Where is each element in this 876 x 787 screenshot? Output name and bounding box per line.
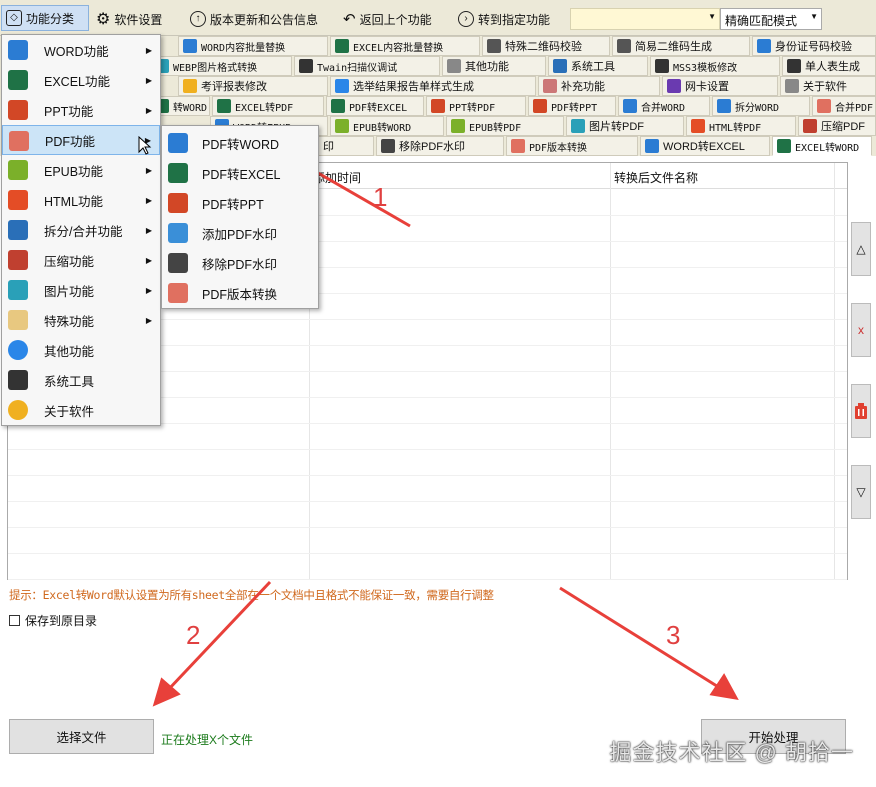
arrow-3: [559, 586, 721, 690]
html5-icon: [8, 190, 28, 210]
menu-item-label: 系统工具: [44, 374, 95, 389]
submenu-item-0[interactable]: PDF转WORD: [162, 128, 318, 158]
pdf-icon: [9, 131, 29, 151]
submenu-item-1[interactable]: PDF转EXCEL: [162, 158, 318, 188]
excel-icon: [8, 70, 28, 90]
chevron-right-icon: ▶: [145, 315, 152, 325]
menu-item-gear[interactable]: 系统工具: [2, 365, 160, 395]
menu-item-cloud[interactable]: 特殊功能 ▶: [2, 305, 160, 335]
cloud-icon: [8, 310, 28, 330]
watermark-add-icon: [168, 223, 188, 243]
menu-item-word[interactable]: WORD功能 ▶: [2, 35, 160, 65]
category-menu: WORD功能 ▶ EXCEL功能 ▶ PPT功能 ▶ PDF功能 ▶ EPUB功能 ▶ HTML功能…: [1, 34, 161, 426]
menu-item-html5[interactable]: HTML功能 ▶: [2, 185, 160, 215]
submenu-item-label: PDF转EXCEL: [202, 167, 281, 182]
annotation-1: 1: [373, 182, 388, 212]
menu-item-image[interactable]: 图片功能 ▶: [2, 275, 160, 305]
submenu-item-label: PDF转WORD: [202, 137, 280, 152]
menu-item-epub[interactable]: EPUB功能 ▶: [2, 155, 160, 185]
arrow-3-head: [709, 673, 739, 700]
ppt-icon: [8, 100, 28, 120]
arrow-2: [166, 580, 272, 692]
chevron-right-icon: ▶: [145, 75, 152, 85]
menu-item-label: EXCEL功能: [44, 74, 110, 89]
layers-icon: [8, 250, 28, 270]
menu-item-excel[interactable]: EXCEL功能 ▶: [2, 65, 160, 95]
chevron-right-icon: ▶: [145, 105, 152, 115]
pdf-version-icon: [168, 283, 188, 303]
submenu-item-label: 移除PDF水印: [202, 257, 278, 272]
chevron-right-icon: ▶: [145, 45, 152, 55]
scissors-icon: [8, 220, 28, 240]
menu-item-label: 关于软件: [44, 404, 95, 419]
menu-item-label: WORD功能: [44, 44, 109, 59]
menu-item-label: 图片功能: [44, 284, 95, 299]
submenu-item-3[interactable]: 添加PDF水印: [162, 218, 318, 248]
ppt-icon: [168, 193, 188, 213]
menu-item-label: PDF功能: [45, 134, 96, 149]
word-icon: [168, 133, 188, 153]
menu-item-scissors[interactable]: 拆分/合并功能 ▶: [2, 215, 160, 245]
mouse-cursor-icon: [138, 136, 152, 155]
submenu-item-2[interactable]: PDF转PPT: [162, 188, 318, 218]
watermark-remove-icon: [168, 253, 188, 273]
submenu-item-label: 添加PDF水印: [202, 227, 278, 242]
annotation-3: 3: [666, 620, 681, 650]
submenu-item-4[interactable]: 移除PDF水印: [162, 248, 318, 278]
chevron-right-icon: ▶: [145, 225, 152, 235]
epub-icon: [8, 160, 28, 180]
menu-item-label: 其他功能: [44, 344, 95, 359]
image-icon: [8, 280, 28, 300]
word-icon: [8, 40, 28, 60]
gear-icon: [8, 370, 28, 390]
chevron-right-icon: ▶: [145, 255, 152, 265]
menu-item-pdf[interactable]: PDF功能 ▶: [2, 125, 160, 155]
menu-item-ppt[interactable]: PPT功能 ▶: [2, 95, 160, 125]
submenu-item-label: PDF转PPT: [202, 197, 264, 212]
menu-item-layers[interactable]: 压缩功能 ▶: [2, 245, 160, 275]
menu-item-label: PPT功能: [44, 104, 94, 119]
menu-item-label: HTML功能: [44, 194, 104, 209]
menu-item-label: 拆分/合并功能: [44, 224, 123, 239]
menu-item-label: EPUB功能: [44, 164, 104, 179]
menu-item-info[interactable]: 关于软件: [2, 395, 160, 425]
pdf-submenu: PDF转WORD PDF转EXCEL PDF转PPT 添加PDF水印 移除PDF水印 PD…: [161, 125, 319, 309]
submenu-item-5[interactable]: PDF版本转换: [162, 278, 318, 308]
chevron-right-icon: ▶: [145, 195, 152, 205]
more-icon: [8, 340, 28, 360]
chevron-right-icon: ▶: [145, 285, 152, 295]
submenu-item-label: PDF版本转换: [202, 287, 278, 302]
menu-item-label: 特殊功能: [44, 314, 95, 329]
chevron-right-icon: ▶: [145, 165, 152, 175]
menu-item-label: 压缩功能: [44, 254, 95, 269]
menu-item-more[interactable]: 其他功能: [2, 335, 160, 365]
annotation-2: 2: [186, 620, 201, 650]
excel-icon: [168, 163, 188, 183]
info-icon: [8, 400, 28, 420]
